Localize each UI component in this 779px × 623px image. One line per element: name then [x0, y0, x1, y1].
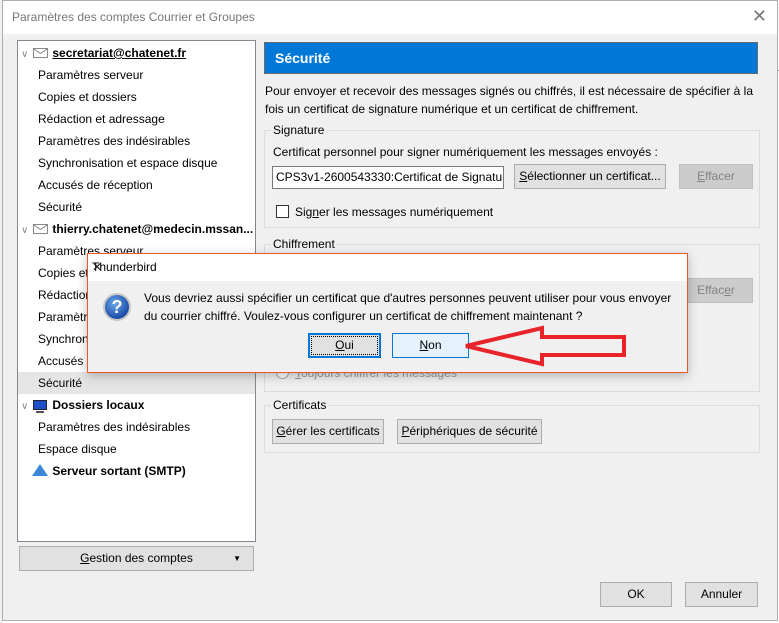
tree-item-server-settings[interactable]: Paramètres serveur	[18, 64, 255, 86]
sign-messages-label[interactable]: Signer les messages numériquement	[295, 205, 493, 219]
smtp-server-icon	[32, 464, 48, 476]
mail-icon	[32, 224, 48, 234]
title-bar: Paramètres des comptes Courrier et Group…	[3, 1, 777, 34]
chevron-down-icon[interactable]: ∨	[21, 44, 31, 64]
tree-item-copies-folders[interactable]: Copies et dossiers	[18, 86, 255, 108]
tree-item-receipts[interactable]: Accusés de réception	[18, 174, 255, 196]
certificates-legend: Certificats	[271, 398, 329, 413]
ok-button[interactable]: OK	[600, 582, 672, 607]
clear-signature-cert-button[interactable]: Effacer	[679, 164, 753, 189]
tree-smtp-server[interactable]: Serveur sortant (SMTP)	[18, 460, 255, 482]
sign-messages-checkbox[interactable]	[276, 205, 289, 218]
tree-account-thierry[interactable]: ∨ thierry.chatenet@medecin.mssan...	[18, 218, 255, 240]
cancel-button[interactable]: Annuler	[685, 582, 758, 607]
encryption-legend: Chiffrement	[271, 237, 337, 252]
dropdown-caret-icon: ▼	[233, 554, 241, 563]
tree-item-composition[interactable]: Rédaction et adressage	[18, 108, 255, 130]
chevron-down-icon[interactable]: ∨	[21, 220, 31, 240]
signature-cert-label: Certificat personnel pour signer numériq…	[273, 145, 658, 159]
tree-local-folders[interactable]: ∨ Dossiers locaux	[18, 394, 255, 416]
manage-certificates-button[interactable]: Gérer les certificats	[272, 419, 384, 444]
question-icon: ?	[103, 293, 131, 321]
signature-legend: Signature	[271, 123, 327, 138]
tree-account-secretariat[interactable]: ∨ secretariat@chatenet.fr	[18, 42, 255, 64]
annotation-arrow-icon	[465, 325, 626, 367]
signature-cert-field[interactable]: CPS3v1-2600543330:Certificat de Signatur…	[272, 166, 504, 189]
security-devices-button[interactable]: Périphériques de sécurité	[397, 419, 542, 444]
signature-group: Signature Certificat personnel pour sign…	[264, 123, 760, 228]
tree-item-sync[interactable]: Synchronisation et espace disque	[18, 152, 255, 174]
certificates-group: Certificats Gérer les certificats Périph…	[264, 398, 760, 453]
yes-button[interactable]: Oui	[308, 333, 381, 358]
clear-encryption-cert-button[interactable]: Effacer	[679, 278, 753, 303]
window-title: Paramètres des comptes Courrier et Group…	[12, 10, 255, 24]
computer-icon	[33, 400, 47, 413]
account-actions-button[interactable]: Gestion des comptes ▼	[19, 546, 254, 571]
tree-item-disk-space[interactable]: Espace disque	[18, 438, 255, 460]
dialog-message: Vous devriez aussi spécifier un certific…	[144, 291, 672, 323]
chevron-down-icon[interactable]: ∨	[21, 396, 31, 416]
select-signature-cert-button[interactable]: Sélectionner un certificat...	[514, 164, 666, 189]
no-button[interactable]: Non	[392, 333, 469, 358]
close-icon[interactable]: ✕	[752, 6, 767, 27]
close-icon[interactable]: ✕	[92, 260, 677, 274]
tree-item-security-selected[interactable]: Sécurité	[18, 372, 255, 394]
tree-item-security[interactable]: Sécurité	[18, 196, 255, 218]
section-header: Sécurité	[264, 42, 758, 74]
annotation-arrow-shape	[465, 325, 626, 367]
dialog-title-bar: Thunderbird ✕	[88, 254, 687, 281]
tree-item-junk[interactable]: Paramètres des indésirables	[18, 416, 255, 438]
mail-icon	[32, 48, 48, 58]
security-intro-text: Pour envoyer et recevoir des messages si…	[265, 84, 754, 116]
tree-item-junk[interactable]: Paramètres des indésirables	[18, 130, 255, 152]
